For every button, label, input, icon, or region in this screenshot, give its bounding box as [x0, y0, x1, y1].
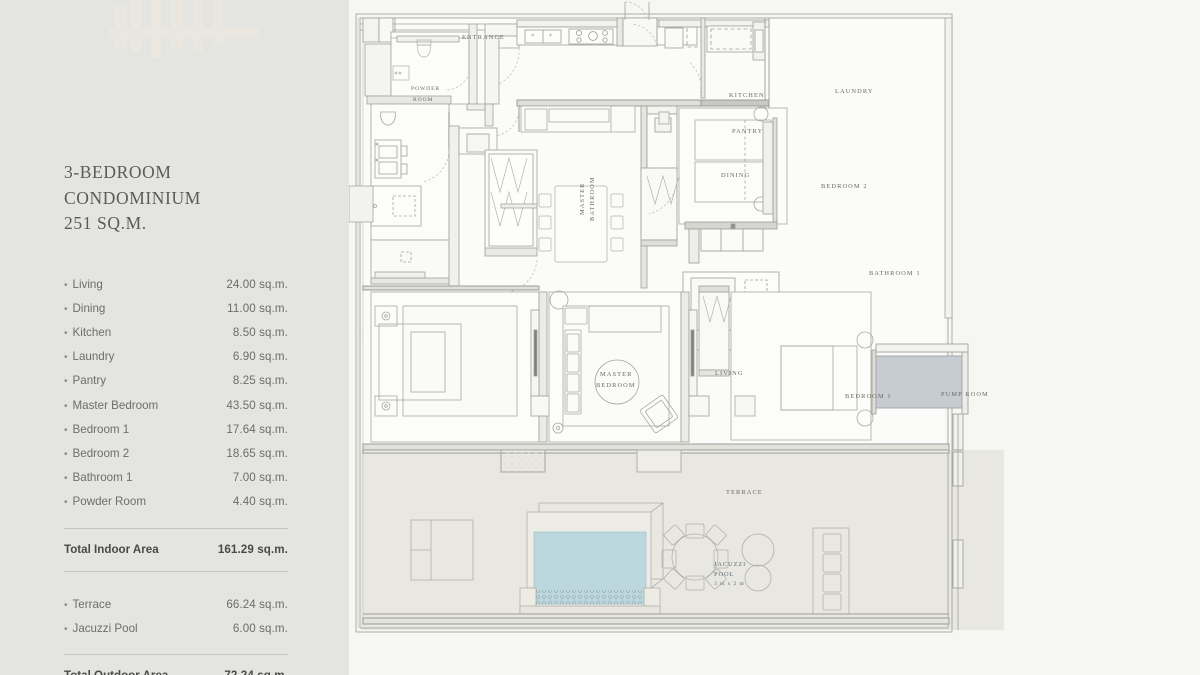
room-area-value: 7.00 sq.m. [232, 471, 288, 485]
architectural-floor-plan [349, 1, 1004, 633]
plan-label-kitchen: KITCHEN [729, 92, 765, 99]
plan-label-pantry: PANTRY [732, 128, 764, 135]
plan-label-bedroom-2: BEDROOM 2 [821, 183, 868, 190]
room-area-value: 43.50 sq.m. [226, 398, 288, 412]
room-area-row: Master Bedroom 43.50 sq.m. [64, 394, 288, 418]
room-name: Laundry [64, 345, 115, 369]
room-area-value: 8.50 sq.m. [232, 325, 288, 339]
plan-label-terrace: TERRACE [726, 489, 763, 496]
outdoor-room-list: Terrace 66.24 sq.m. Jacuzzi Pool 6.00 sq.m. [64, 593, 288, 641]
room-name: Terrace [64, 593, 112, 617]
outdoor-total-label: Total Outdoor Area [64, 664, 168, 675]
plan-label-laundry: LAUNDRY [835, 88, 874, 95]
plan-label-bathroom-1: BATHROOM 1 [869, 270, 921, 277]
room-area-value: 4.40 sq.m. [232, 495, 288, 509]
brand-watermark-icon [109, 0, 259, 58]
plan-label-master-bathroom-2: BATHROOM [589, 176, 596, 221]
room-area-row: Bedroom 2 18.65 sq.m. [64, 442, 288, 466]
room-area-row: Bedroom 1 17.64 sq.m. [64, 418, 288, 442]
info-sidebar: 3-BEDROOM CONDOMINIUM 251 SQ.M. Living 24… [0, 0, 349, 675]
plan-label-jacuzzi-dims: 3 m x 2 m [714, 581, 745, 587]
room-area-row: Terrace 66.24 sq.m. [64, 593, 288, 617]
room-name: Kitchen [64, 321, 112, 345]
room-area-value: 8.25 sq.m. [232, 374, 288, 388]
room-area-row: Living 24.00 sq.m. [64, 273, 288, 297]
indoor-room-list: Living 24.00 sq.m. Dining 11.00 sq.m. Kitche… [64, 273, 288, 515]
sidebar-content: 3-BEDROOM CONDOMINIUM 251 SQ.M. Living 24… [64, 160, 288, 675]
room-name: Living [64, 273, 103, 297]
indoor-total-label: Total Indoor Area [64, 542, 159, 556]
room-area-row: Jacuzzi Pool 6.00 sq.m. [64, 617, 288, 641]
room-area-value: 6.00 sq.m. [232, 621, 288, 635]
plan-label-master-bathroom-1: MASTER [579, 182, 586, 215]
plan-label-jacuzzi-2: POOL [714, 571, 735, 578]
plan-label-powder-room-1: POWDER [411, 86, 441, 92]
room-area-row: Pantry 8.25 sq.m. [64, 369, 288, 393]
plan-label-master-bedroom-1: MASTER [600, 371, 633, 378]
room-name: Master Bedroom [64, 394, 159, 418]
indoor-total-row: Total Indoor Area 161.29 sq.m. [64, 538, 288, 562]
room-name: Jacuzzi Pool [64, 617, 138, 641]
title-line-1: 3-BEDROOM [64, 162, 172, 182]
room-area-row: Dining 11.00 sq.m. [64, 297, 288, 321]
room-name: Pantry [64, 369, 107, 393]
room-name: Dining [64, 297, 106, 321]
plan-label-powder-room-2: ROOM [413, 97, 434, 103]
room-area-value: 66.24 sq.m. [226, 597, 288, 611]
room-area-row: Powder Room 4.40 sq.m. [64, 490, 288, 514]
room-area-row: Bathroom 1 7.00 sq.m. [64, 466, 288, 490]
room-name: Bedroom 1 [64, 418, 130, 442]
plan-label-living: LIVING [715, 370, 744, 377]
plan-label-entrance: ENTRANCE [462, 34, 505, 41]
room-area-row: Laundry 6.90 sq.m. [64, 345, 288, 369]
title-line-2: CONDOMINIUM [64, 187, 201, 208]
room-area-row: Kitchen 8.50 sq.m. [64, 321, 288, 345]
floor-plan-page: 3-BEDROOM CONDOMINIUM 251 SQ.M. Living 24… [0, 0, 1200, 675]
indoor-total-value: 161.29 sq.m. [217, 542, 288, 556]
room-area-value: 18.65 sq.m. [226, 446, 288, 460]
room-area-value: 11.00 sq.m. [227, 301, 288, 315]
room-area-value: 17.64 sq.m. [226, 422, 288, 436]
room-name: Bathroom 1 [64, 466, 133, 490]
room-name: Bedroom 2 [64, 442, 130, 466]
outdoor-total-row: Total Outdoor Area 72.24 sq.m. [64, 664, 288, 675]
plan-label-dining: DINING [721, 172, 751, 179]
plan-title: 3-BEDROOM CONDOMINIUM 251 SQ.M. [64, 160, 288, 237]
floor-plan-canvas: ENTRANCE POWDER ROOM KITCHEN LAUNDRY PANTRY DI… [349, 0, 1200, 675]
plan-label-jacuzzi-1: JACUZZI [714, 561, 747, 568]
room-name: Powder Room [64, 490, 146, 514]
plan-label-master-bedroom-2: BEDROOM [596, 382, 636, 389]
plan-label-bedroom-1: BEDROOM 1 [845, 393, 892, 400]
outdoor-total-value: 72.24 sq.m. [224, 664, 288, 675]
title-line-3: 251 SQ.M. [64, 213, 147, 233]
room-area-value: 24.00 sq.m. [226, 277, 288, 291]
plan-label-pump-room: PUMP ROOM [941, 391, 989, 398]
room-area-value: 6.90 sq.m. [232, 350, 288, 364]
